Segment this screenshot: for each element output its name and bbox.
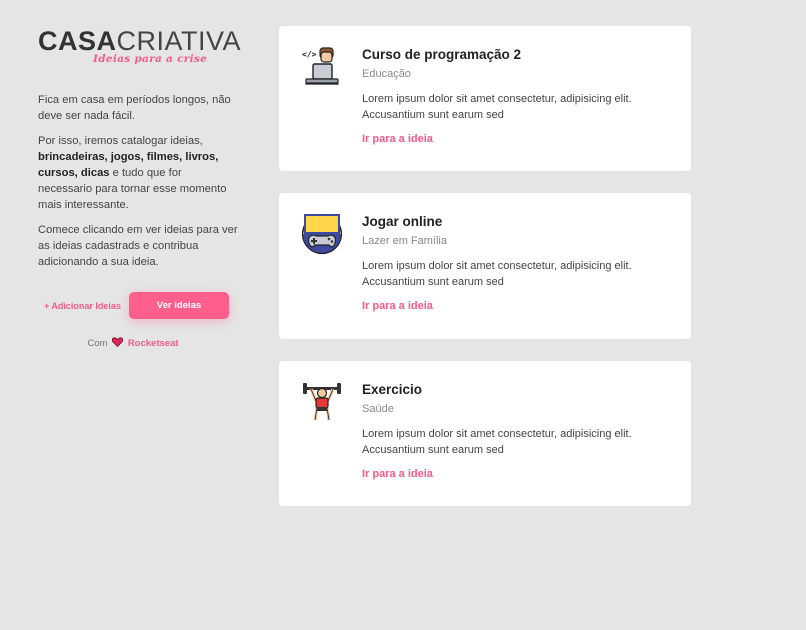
idea-description: Lorem ipsum dolor sit amet consectetur, …: [362, 260, 632, 288]
gamepad-icon: [301, 213, 343, 255]
idea-card: Exercicio Saúde Lorem ipsum dolor sit am…: [279, 361, 691, 506]
idea-link[interactable]: Ir para a ideia: [362, 300, 675, 312]
logo-criativa: CRIATIVA: [116, 26, 242, 56]
intro-paragraph-1: Fica em casa em períodos longos, não dev…: [38, 94, 231, 122]
logo-tagline: Ideias para a crise: [93, 53, 208, 65]
idea-link[interactable]: Ir para a ideia: [362, 468, 675, 480]
idea-card-content: Jogar online Lazer em Família Lorem ipsu…: [362, 213, 675, 312]
intro-paragraph-3: Comece clicando em ver ideias para ver a…: [38, 224, 238, 268]
credit-prefix: Com: [87, 338, 108, 350]
idea-card-content: Exercicio Saúde Lorem ipsum dolor sit am…: [362, 381, 675, 480]
sidebar: CASACRIATIVA Ideias para a crise Fica em…: [38, 26, 241, 350]
idea-link[interactable]: Ir para a ideia: [362, 133, 675, 145]
idea-card: </> Curso de programação 2 Educação Lore…: [279, 26, 691, 171]
add-idea-link[interactable]: + Adicionar Ideias: [44, 301, 121, 311]
idea-card-content: Curso de programação 2 Educação Lorem ip…: [362, 46, 675, 145]
intro-p2-prefix: Por isso, iremos catalogar ideias,: [38, 135, 203, 147]
logo-casa: CASA: [38, 26, 117, 56]
view-ideas-button[interactable]: Ver ideias: [128, 292, 229, 319]
weightlifter-icon: [301, 381, 343, 423]
intro-text: Fica em casa em períodos longos, não dev…: [38, 92, 238, 270]
idea-category: Educação: [362, 68, 411, 80]
credit-brand-link[interactable]: Rocketseat: [128, 338, 179, 349]
idea-category: Lazer em Família: [362, 235, 447, 247]
credit: Com Rocketseat: [28, 337, 238, 350]
idea-title: Jogar online: [362, 214, 443, 229]
svg-text:</>: </>: [302, 50, 317, 59]
intro-paragraph-2: Por isso, iremos catalogar ideias, brinc…: [38, 133, 238, 213]
idea-title: Exercicio: [362, 382, 423, 397]
idea-category: Saúde: [362, 403, 394, 415]
sidebar-actions: + Adicionar Ideias Ver ideias: [38, 292, 238, 319]
logo: CASACRIATIVA Ideias para a crise: [38, 26, 241, 70]
programmer-icon: </>: [301, 46, 343, 88]
idea-card: Jogar online Lazer em Família Lorem ipsu…: [279, 193, 691, 339]
heart-icon: [111, 337, 124, 350]
idea-description: Lorem ipsum dolor sit amet consectetur, …: [362, 93, 632, 121]
idea-title: Curso de programação 2: [362, 47, 522, 62]
logo-title: CASACRIATIVA: [38, 26, 241, 56]
idea-description: Lorem ipsum dolor sit amet consectetur, …: [362, 428, 632, 456]
ideas-list: </> Curso de programação 2 Educação Lore…: [279, 26, 691, 528]
